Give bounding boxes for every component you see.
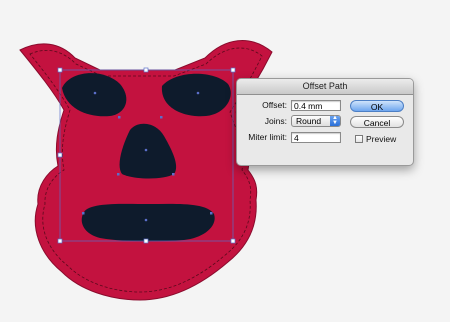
joins-select-value: Round xyxy=(296,116,322,126)
joins-label: Joins: xyxy=(264,116,287,126)
preview-label: Preview xyxy=(366,134,397,144)
joins-select[interactable]: Round ▲ ▼ xyxy=(291,115,341,127)
offset-path-dialog: Offset Path Offset: 0.4 mm Joins: Round … xyxy=(236,78,414,166)
miter-limit-input[interactable]: 4 xyxy=(291,132,341,143)
preview-checkbox[interactable] xyxy=(355,135,363,143)
ok-button[interactable]: OK xyxy=(350,100,404,112)
miter-limit-label: Miter limit: xyxy=(248,132,287,142)
select-arrows-icon: ▲ ▼ xyxy=(330,115,340,126)
dialog-title: Offset Path xyxy=(237,79,413,95)
cancel-button[interactable]: Cancel xyxy=(350,116,404,128)
offset-input[interactable]: 0.4 mm xyxy=(291,100,341,111)
offset-label: Offset: xyxy=(262,100,287,110)
mouth-cutout[interactable] xyxy=(81,203,215,242)
